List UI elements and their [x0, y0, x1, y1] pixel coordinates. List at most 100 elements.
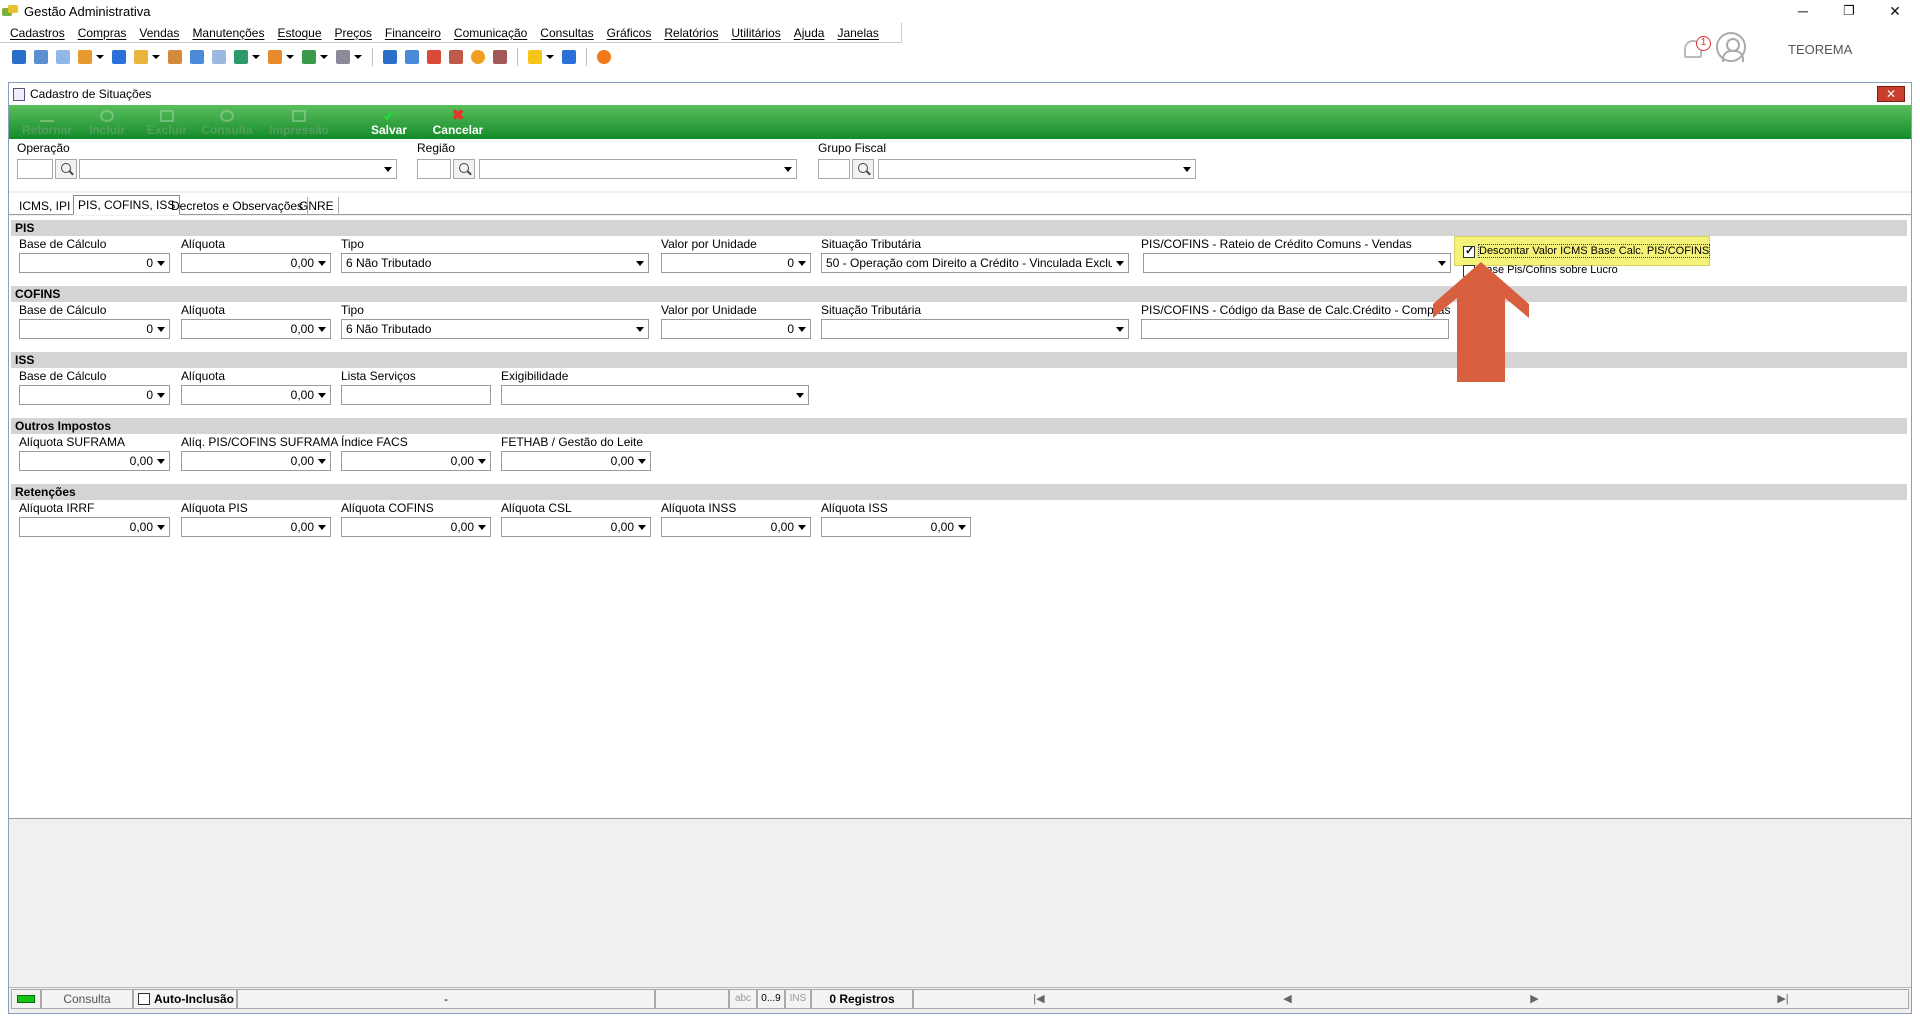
box-icon[interactable] — [268, 50, 282, 64]
cofins-tipo-select[interactable]: 6 Não Tributado — [341, 319, 649, 339]
tab-icms-ipi[interactable]: ICMS, IPI — [15, 197, 76, 215]
iss-lista-servicos-input[interactable] — [341, 385, 491, 405]
impressao-button[interactable]: Impressão — [257, 110, 341, 139]
iss-aliquota-input[interactable]: 0,00 — [181, 385, 331, 405]
regiao-search-button[interactable] — [453, 159, 475, 179]
descontar-icms-label[interactable]: Descontar Valor ICMS Base Calc. PIS/COFI… — [1477, 244, 1711, 258]
salvar-button[interactable]: ✔ Salvar — [359, 109, 419, 139]
truck-icon[interactable] — [302, 50, 316, 64]
pis-aliquota-input[interactable]: 0,00 — [181, 253, 331, 273]
star-icon[interactable] — [528, 50, 542, 64]
list-icon[interactable] — [56, 50, 70, 64]
next-record-icon[interactable]: ▶ — [1530, 992, 1538, 1005]
cart-icon[interactable] — [234, 50, 248, 64]
person-icon[interactable] — [168, 50, 182, 64]
grupo-fiscal-select[interactable] — [878, 159, 1196, 179]
info-icon[interactable] — [562, 50, 576, 64]
ret-pis-input[interactable]: 0,00 — [181, 517, 331, 537]
menu-financeiro[interactable]: Financeiro — [385, 26, 441, 40]
menu-consultas[interactable]: Consultas — [540, 26, 593, 40]
chevron-down-icon[interactable] — [286, 55, 294, 59]
printer-icon[interactable] — [336, 50, 350, 64]
menu-precos[interactable]: Preços — [335, 26, 372, 40]
operacao-code-input[interactable] — [17, 159, 53, 179]
pis-cofins-suframa-input[interactable]: 0,00 — [181, 451, 331, 471]
auto-inclusao-toggle[interactable]: Auto-Inclusão — [133, 988, 237, 1009]
cancelar-button[interactable]: ✖ Cancelar — [419, 108, 497, 139]
grid-icon[interactable] — [383, 50, 397, 64]
grupo-fiscal-code-input[interactable] — [818, 159, 850, 179]
card-icon[interactable] — [190, 50, 204, 64]
menu-compras[interactable]: Compras — [78, 26, 127, 40]
first-record-icon[interactable]: |◀ — [1033, 992, 1044, 1005]
avatar[interactable] — [1716, 32, 1746, 62]
menu-graficos[interactable]: Gráficos — [607, 26, 652, 40]
close-button[interactable]: ✕ — [1872, 0, 1918, 22]
tab-pis-cofins-iss[interactable]: PIS, COFINS, ISS — [73, 195, 181, 215]
search-document-icon[interactable] — [493, 50, 507, 64]
calendar-icon[interactable] — [427, 50, 441, 64]
cofins-codigo-base-input[interactable] — [1141, 319, 1449, 339]
clock-icon[interactable] — [471, 50, 485, 64]
menu-janelas[interactable]: Janelas — [837, 26, 878, 40]
menu-estoque[interactable]: Estoque — [277, 26, 321, 40]
hierarchy-icon[interactable] — [78, 50, 92, 64]
pis-base-select[interactable]: 0 — [19, 253, 170, 273]
iss-exigibilidade-select[interactable] — [501, 385, 809, 405]
cofins-base-select[interactable]: 0 — [19, 319, 170, 339]
bell-icon[interactable]: 1 — [1680, 36, 1711, 62]
operacao-select[interactable] — [79, 159, 397, 179]
ret-iss-input[interactable]: 0,00 — [821, 517, 971, 537]
menu-ajuda[interactable]: Ajuda — [794, 26, 825, 40]
tab-gnre[interactable]: GNRE — [295, 197, 339, 215]
menu-utilitarios[interactable]: Utilitários — [731, 26, 780, 40]
regiao-code-input[interactable] — [417, 159, 451, 179]
report-icon[interactable] — [449, 50, 463, 64]
pis-valor-unidade-input[interactable]: 0 — [661, 253, 811, 273]
regiao-select[interactable] — [479, 159, 797, 179]
pis-tipo-select[interactable]: 6 Não Tributado — [341, 253, 649, 273]
operacao-search-button[interactable] — [55, 159, 77, 179]
form-close-button[interactable]: ✕ — [1877, 86, 1905, 102]
cofins-situacao-select[interactable] — [821, 319, 1129, 339]
ret-cofins-input[interactable]: 0,00 — [341, 517, 491, 537]
ret-inss-input[interactable]: 0,00 — [661, 517, 811, 537]
fethab-input[interactable]: 0,00 — [501, 451, 651, 471]
restore-button[interactable]: ❐ — [1826, 0, 1872, 22]
ret-csl-input[interactable]: 0,00 — [501, 517, 651, 537]
chart-icon[interactable] — [34, 50, 48, 64]
minimize-button[interactable]: ─ — [1780, 0, 1826, 22]
pis-situacao-select[interactable]: 50 - Operação com Direito a Crédito - Vi… — [821, 253, 1129, 273]
incluir-button[interactable]: Incluir — [77, 110, 137, 139]
consulta-button[interactable]: Consulta — [197, 110, 257, 139]
chevron-down-icon[interactable] — [354, 55, 362, 59]
menu-comunicacao[interactable]: Comunicação — [454, 26, 527, 40]
register-icon[interactable] — [212, 50, 226, 64]
cofins-aliquota-input[interactable]: 0,00 — [181, 319, 331, 339]
calculator-small-icon[interactable] — [405, 50, 419, 64]
suframa-input[interactable]: 0,00 — [19, 451, 170, 471]
auto-inclusao-checkbox[interactable] — [138, 992, 150, 1005]
menu-vendas[interactable]: Vendas — [139, 26, 179, 40]
irrf-input[interactable]: 0,00 — [19, 517, 170, 537]
chevron-down-icon[interactable] — [96, 55, 104, 59]
cofins-valor-unidade-input[interactable]: 0 — [661, 319, 811, 339]
menu-manutencoes[interactable]: Manutenções — [192, 26, 264, 40]
descontar-icms-checkbox[interactable] — [1463, 244, 1475, 258]
iss-base-select[interactable]: 0 — [19, 385, 170, 405]
menu-cadastros[interactable]: Cadastros — [10, 26, 65, 40]
menu-relatorios[interactable]: Relatórios — [664, 26, 718, 40]
indice-facs-input[interactable]: 0,00 — [341, 451, 491, 471]
previous-record-icon[interactable]: ◀ — [1283, 992, 1291, 1005]
calculator-icon[interactable] — [112, 50, 126, 64]
folder-icon[interactable] — [134, 50, 148, 64]
chevron-down-icon[interactable] — [252, 55, 260, 59]
retornar-button[interactable]: Retornar — [17, 110, 77, 139]
power-icon[interactable] — [597, 50, 611, 64]
pis-rateio-select[interactable] — [1143, 253, 1451, 273]
chevron-down-icon[interactable] — [320, 55, 328, 59]
tab-decretos-observacoes[interactable]: Decretos e Observações — [167, 197, 309, 215]
last-record-icon[interactable]: ▶| — [1777, 992, 1788, 1005]
chevron-down-icon[interactable] — [152, 55, 160, 59]
chevron-down-icon[interactable] — [546, 55, 554, 59]
